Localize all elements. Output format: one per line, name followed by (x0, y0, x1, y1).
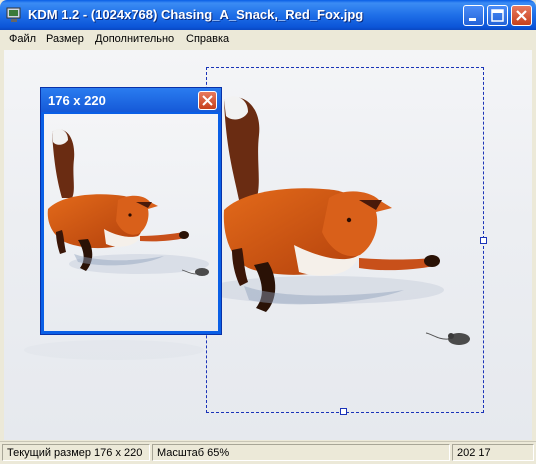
resize-handle-right[interactable] (480, 237, 487, 244)
crop-selection[interactable] (206, 67, 484, 413)
close-icon (516, 10, 527, 21)
preview-title-bar[interactable]: 176 x 220 (41, 88, 221, 112)
status-bar: Текущий размер 176 x 220 Масштаб 65% 202… (0, 441, 536, 464)
menu-advanced[interactable]: Дополнительно (95, 33, 174, 45)
close-button[interactable] (511, 5, 532, 26)
title-bar[interactable]: KDM 1.2 - (1024x768) Chasing_A_Snack,_Re… (0, 0, 536, 30)
app-window: KDM 1.2 - (1024x768) Chasing_A_Snack,_Re… (0, 0, 536, 464)
preview-title: 176 x 220 (48, 93, 106, 108)
minimize-icon (469, 18, 476, 21)
preview-image (44, 114, 218, 331)
fox-preview-photo (47, 129, 209, 276)
minimize-button[interactable] (463, 5, 484, 26)
status-current-size: Текущий размер 176 x 220 (2, 444, 150, 461)
close-icon (202, 95, 213, 106)
status-scale: Масштаб 65% (152, 444, 450, 461)
menu-size[interactable]: Размер (46, 33, 84, 45)
maximize-icon (491, 9, 504, 22)
resize-handle-bottom[interactable] (340, 408, 347, 415)
preview-close-button[interactable] (198, 91, 217, 110)
menu-file[interactable]: Файл (9, 33, 36, 45)
preview-window[interactable]: 176 x 220 (40, 87, 222, 335)
maximize-button[interactable] (487, 5, 508, 26)
app-monitor-icon (6, 7, 21, 22)
window-title: KDM 1.2 - (1024x768) Chasing_A_Snack,_Re… (28, 7, 364, 22)
menu-bar: Файл Размер Дополнительно Справка (0, 30, 536, 50)
menu-help[interactable]: Справка (186, 33, 229, 45)
status-coordinates: 202 17 (452, 444, 534, 461)
